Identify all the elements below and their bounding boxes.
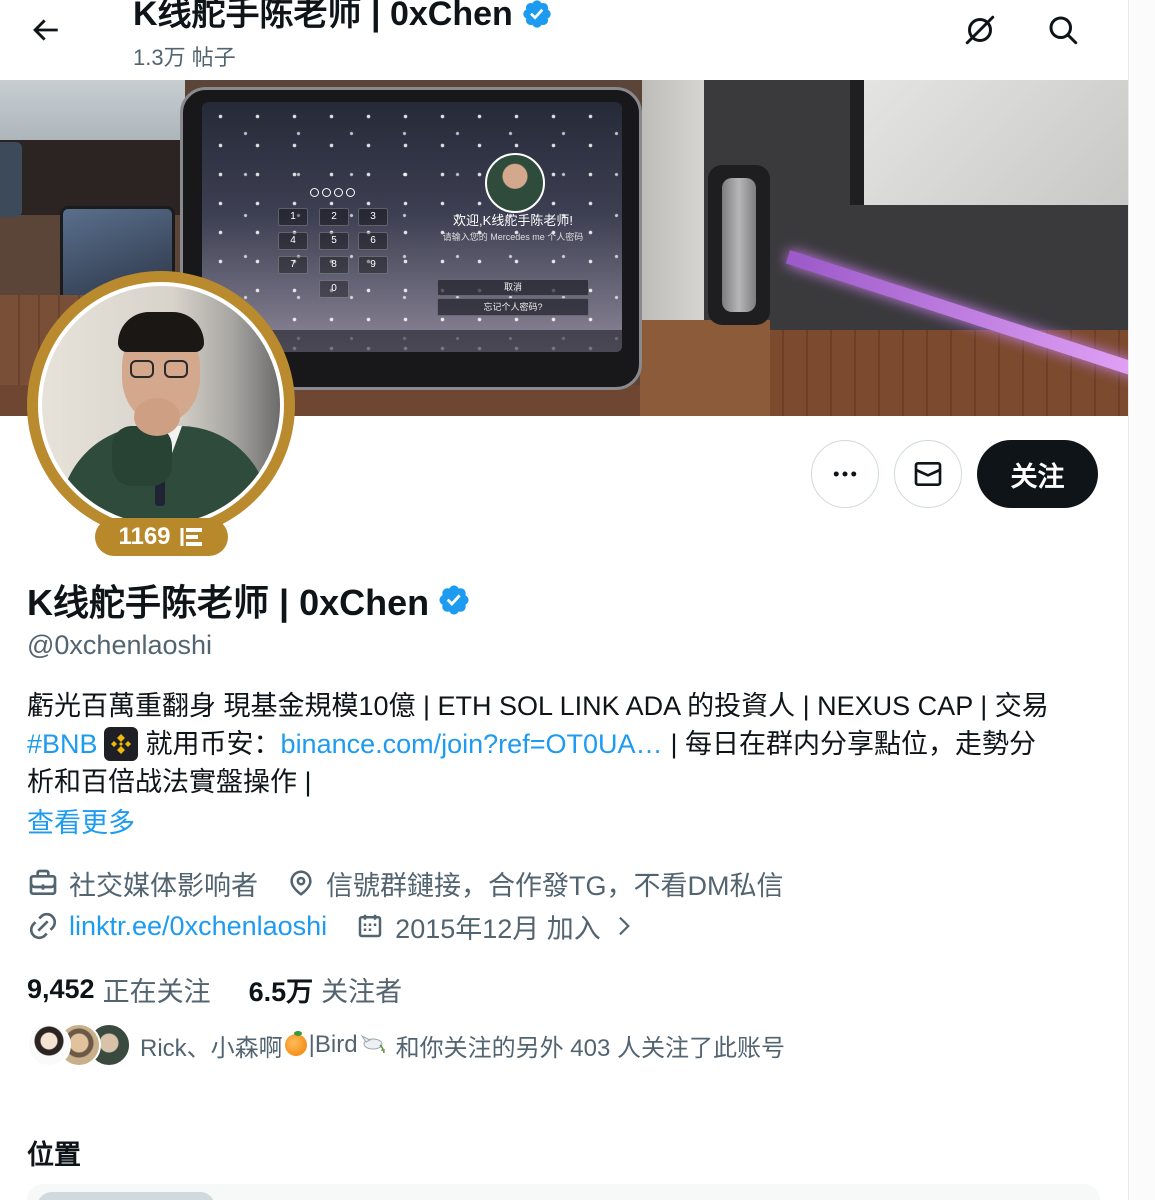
screen-key: 8 — [319, 256, 349, 274]
website-link[interactable]: linktr.ee/0xchenlaoshi — [69, 911, 327, 942]
screen-key: 6 — [358, 232, 388, 250]
show-more-link[interactable]: 查看更多 — [27, 804, 1117, 842]
passcode-dot — [334, 188, 343, 197]
location-pin-icon — [290, 870, 312, 896]
follower-names: Rick、小森啊 — [140, 1034, 283, 1062]
screen-key: 7 — [278, 256, 308, 274]
followers-count: 6.5万 — [248, 976, 314, 1007]
screen-key: 2 — [319, 208, 349, 226]
following-link[interactable]: 9,452 正在关注 — [27, 970, 211, 1009]
follow-button[interactable]: 关注 — [977, 440, 1098, 508]
joined-item[interactable]: 2015年12月 加入 — [355, 907, 637, 945]
following-label: 正在关注 — [102, 976, 211, 1007]
bio-line: #BNB 就用币安： binance.com/join?ref=OT0UA… |… — [27, 725, 1117, 763]
column-divider — [1128, 0, 1129, 1200]
mail-icon — [914, 462, 942, 486]
avatar — [27, 1023, 71, 1067]
avatar-hand — [134, 398, 180, 436]
followers-link[interactable]: 6.5万 关注者 — [249, 970, 403, 1009]
profile-meta-row: 社交媒体影响者 信號群鏈接，合作發TG，不看DM私信 — [27, 864, 1117, 902]
banner-rear-window — [850, 80, 1128, 205]
bio-line: 虧光百萬重翻身 現基金規模10億 | ETH SOL LINK ADA 的投資人… — [27, 691, 1049, 721]
header-title-text: K线舵手陈老师 | 0xChen — [133, 0, 513, 33]
section-title: 位置 — [27, 1140, 81, 1170]
screen-key: 1 — [278, 208, 308, 226]
avatar[interactable] — [27, 271, 295, 539]
location-card — [27, 1184, 1100, 1200]
verified-badge-icon[interactable] — [437, 583, 471, 617]
follow-stats: 9,452 正在关注 6.5万 关注者 — [27, 970, 402, 1008]
avatar-photo — [38, 282, 284, 528]
banner-side-screen — [0, 142, 22, 217]
more-icon — [833, 471, 857, 477]
screen-key: 3 — [358, 208, 388, 226]
followers-you-know-text: Rick、小森啊 |Bird 和你关注的另外 403 人关注了此账号 — [140, 1030, 785, 1062]
screen-key: 4 — [278, 232, 308, 250]
badge-count: 1169 — [118, 523, 171, 550]
banner-dashboard — [0, 140, 185, 215]
right-gutter — [1129, 0, 1155, 1200]
orange-emoji-icon — [284, 1031, 307, 1056]
bnb-logo-icon — [103, 727, 138, 761]
bio-text: 就用币安： — [145, 729, 281, 759]
more-button[interactable] — [811, 440, 879, 508]
dove-emoji-icon — [360, 1034, 385, 1054]
joined-text: 2015年12月 加入 — [395, 913, 601, 944]
passcode-dot — [310, 188, 319, 197]
website-item[interactable]: linktr.ee/0xchenlaoshi — [27, 910, 327, 942]
bio-line: 析和百倍战法實盤操作 | — [27, 767, 312, 797]
banner-door-handle-chrome — [722, 178, 756, 312]
banner-screen-display: 欢迎,K线舵手陈老师! 请输入您的 Mercedes me 个人密码 1 2 3… — [202, 102, 622, 352]
avatar-glasses — [164, 360, 188, 378]
following-count: 9,452 — [27, 973, 95, 1004]
screen-key: 0 — [319, 280, 349, 298]
profile-header-bar: K线舵手陈老师 | 0xChen 1.3万 帖子 — [0, 0, 1128, 80]
followers-you-know-suffix: 和你关注的另外 403 人关注了此账号 — [395, 1034, 785, 1062]
avatar-glasses — [130, 360, 154, 378]
calendar-icon — [358, 914, 382, 938]
grok-button[interactable] — [962, 12, 998, 48]
posts-count: 1.3万 帖子 — [133, 45, 236, 70]
followers-you-know[interactable]: Rick、小森啊 |Bird 和你关注的另外 403 人关注了此账号 — [27, 1020, 1117, 1070]
display-name: K线舵手陈老师 | 0xChen — [27, 578, 471, 623]
search-icon — [1049, 16, 1078, 45]
location-card-placeholder — [37, 1192, 215, 1200]
hashtag-link[interactable]: #BNB — [27, 725, 98, 763]
user-handle: @0xchenlaoshi — [27, 630, 213, 660]
back-button[interactable] — [28, 13, 62, 47]
bio-text: | 每日在群内分享點位，走勢分 — [670, 729, 1036, 759]
back-arrow-icon — [33, 19, 58, 41]
screen-key: 5 — [319, 232, 349, 250]
screen-key: 9 — [358, 256, 388, 274]
screen-forgot-button: 忘记个人密码? — [437, 298, 589, 316]
screen-passcode-dots — [310, 188, 355, 197]
subscriber-badge[interactable]: 1169 — [95, 518, 228, 556]
verified-badge-icon — [523, 0, 551, 28]
screen-avatar — [485, 153, 545, 213]
follower-names: |Bird — [308, 1031, 358, 1058]
chevron-right-icon — [618, 916, 630, 936]
screen-prompt: 请输入您的 Mercedes me 个人密码 — [442, 232, 584, 242]
search-button[interactable] — [1045, 12, 1081, 48]
screen-cancel-button: 取消 — [437, 279, 589, 296]
profile-meta-row: linktr.ee/0xchenlaoshi 2015年12月 加入 — [27, 907, 1117, 945]
location-item: 信號群鏈接，合作發TG，不看DM私信 — [286, 864, 783, 902]
grok-icon — [965, 15, 995, 45]
banner-seat — [640, 320, 770, 416]
header-title: K线舵手陈老师 | 0xChen — [133, 0, 553, 36]
passcode-dot — [346, 188, 355, 197]
category-item: 社交媒体影响者 — [27, 864, 258, 902]
referral-link[interactable]: binance.com/join?ref=OT0UA… — [281, 725, 663, 763]
screen-greeting: 欢迎,K线舵手陈老师! — [453, 213, 573, 228]
message-button[interactable] — [894, 440, 962, 508]
passcode-dot — [322, 188, 331, 197]
briefcase-icon — [29, 869, 57, 895]
link-icon — [29, 912, 57, 940]
followers-label: 关注者 — [321, 976, 403, 1007]
category-text: 社交媒体影响者 — [69, 870, 258, 901]
stack-icon — [180, 528, 202, 546]
avatar-hair — [118, 312, 204, 352]
location-text: 信號群鏈接，合作發TG，不看DM私信 — [326, 870, 784, 901]
display-name-text: K线舵手陈老师 | 0xChen — [27, 582, 430, 623]
